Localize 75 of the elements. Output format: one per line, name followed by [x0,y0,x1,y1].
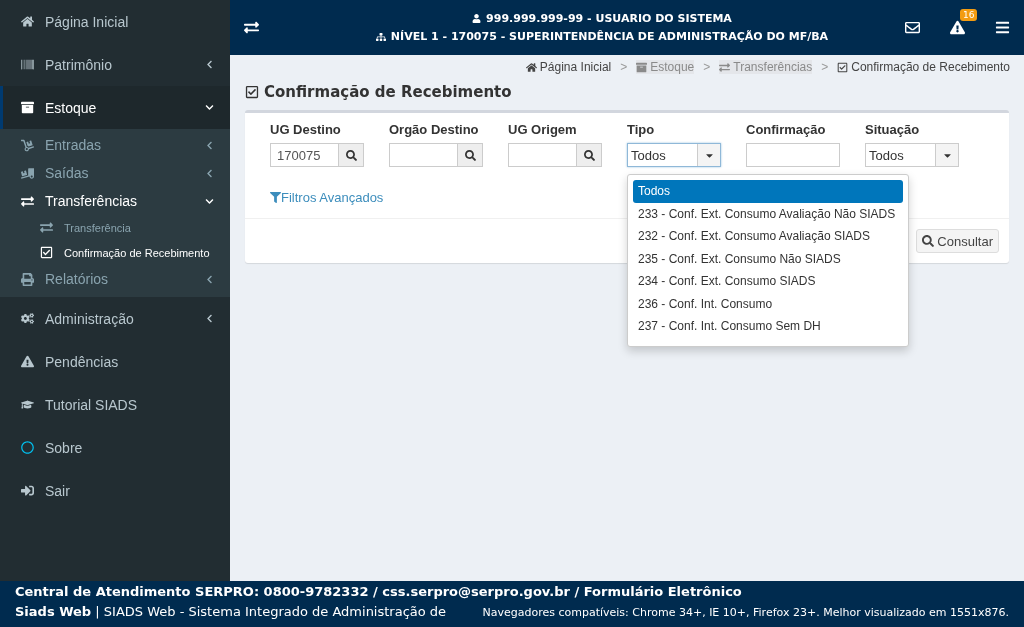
search-icon [922,235,935,247]
system-text: Siads Web | SIADS Web - Sistema Integrado de Administração de [15,604,447,619]
envelope-icon[interactable] [905,20,920,35]
search-icon [345,149,357,161]
submenu-item[interactable]: Relatórios [0,265,230,293]
chevron-down-icon [205,196,214,206]
dropdown-option[interactable]: 233 - Conf. Ext. Consumo Avaliação Não SIADS [633,202,903,225]
user-name: 999.999.999-99 - USUARIO DO SISTEMA [486,12,732,25]
archive-icon [636,61,648,73]
browsers-text: Navegadores compatíveis: Chrome 34+, IE 10+, Firefox 23+. Melhor visualizado em 1551x876. [482,606,1009,619]
breadcrumb-separator: > [620,60,628,74]
warning-icon[interactable] [950,20,965,35]
dropdown-option[interactable]: Todos [633,180,903,203]
input-field[interactable] [508,143,576,167]
search-icon [464,149,476,161]
checkbox-icon [245,85,259,99]
checkbox-icon [837,61,849,73]
sidebar-item[interactable]: Administração [0,297,230,340]
sidebar-item[interactable]: Pendências [0,340,230,383]
caret-icon [697,144,720,166]
contact-text: Central de Atendimento SERPRO: 0800-9782332 / css.serpro@serpro.gov.br / Formulário Eletrônico [15,584,743,599]
user-icon [472,14,482,23]
caret-icon [935,144,958,166]
search-button[interactable] [457,143,483,167]
chevron-left-icon [205,140,214,150]
chevron-left-icon [205,168,214,178]
sidebar-item[interactable]: Estoque [0,86,230,129]
field-label: Tipo [627,122,656,137]
input-field[interactable] [746,143,840,167]
field-label: UG Origem [508,122,578,137]
search-button[interactable] [576,143,602,167]
sitemap-icon [375,31,386,42]
arrows-icon [719,61,731,73]
search-button[interactable] [338,143,364,167]
dropdown-option[interactable]: 234 - Conf. Ext. Consumo SIADS [633,270,903,293]
chevron-down-icon [205,103,214,112]
sidebar-item[interactable]: Patrimônio [0,43,230,86]
breadcrumb-link[interactable]: Página Inicial [525,60,612,74]
select-field[interactable]: Todos [865,143,959,167]
input-field[interactable]: 170075 [270,143,338,167]
sidebar-item[interactable]: Tutorial SIADS [0,383,230,426]
breadcrumb-link[interactable]: Confirmação de Recebimento [837,60,1010,74]
search-button[interactable]: Consultar [916,229,999,253]
sidebar-item[interactable]: Sair [0,469,230,512]
breadcrumb-separator: > [821,60,829,74]
chevron-left-icon [205,274,214,284]
dropdown-option[interactable]: 236 - Conf. Int. Consumo [633,292,903,315]
chevron-left-icon [205,60,214,69]
alerts-badge: 16 [960,9,978,21]
breadcrumb-separator: > [703,60,711,74]
field-label: Orgão Destino [389,122,480,137]
sidebar-item[interactable]: Sobre [0,426,230,469]
dropdown-option[interactable]: 237 - Conf. Int. Consumo Sem DH [633,315,903,338]
dropdown-option[interactable]: 232 - Conf. Ext. Consumo Avaliação SIADS [633,225,903,248]
input-field[interactable] [389,143,457,167]
home-icon [525,61,537,73]
advanced-filters-link[interactable]: Filtros Avançados [270,190,384,205]
submenu-item[interactable]: Entradas [0,131,230,159]
search-icon [583,149,595,161]
field-label: Situação [865,122,921,137]
submenu-item[interactable]: Confirmação de Recebimento [0,240,230,265]
chevron-left-icon [205,314,214,323]
field-label: Confirmação [746,122,827,137]
submenu-item[interactable]: Transferência [0,215,230,240]
submenu-item[interactable]: Transferências [0,187,230,215]
unit-name: NÍVEL 1 - 170075 - SUPERINTENDÊNCIA DE ADMINISTRAÇÃO DO MF/BA [390,30,829,43]
field-label: UG Destino [270,122,342,137]
dropdown-option[interactable]: 235 - Conf. Ext. Consumo Não SIADS [633,247,903,270]
sidebar-item[interactable]: Página Inicial [0,0,230,43]
menu-icon[interactable] [995,20,1010,35]
submenu-item[interactable]: Saídas [0,159,230,187]
filter-icon [270,192,281,203]
select-field[interactable]: Todos [627,143,721,167]
page-title: Confirmação de Recebimento [264,83,512,101]
sidebar-toggle-icon[interactable] [244,20,259,35]
